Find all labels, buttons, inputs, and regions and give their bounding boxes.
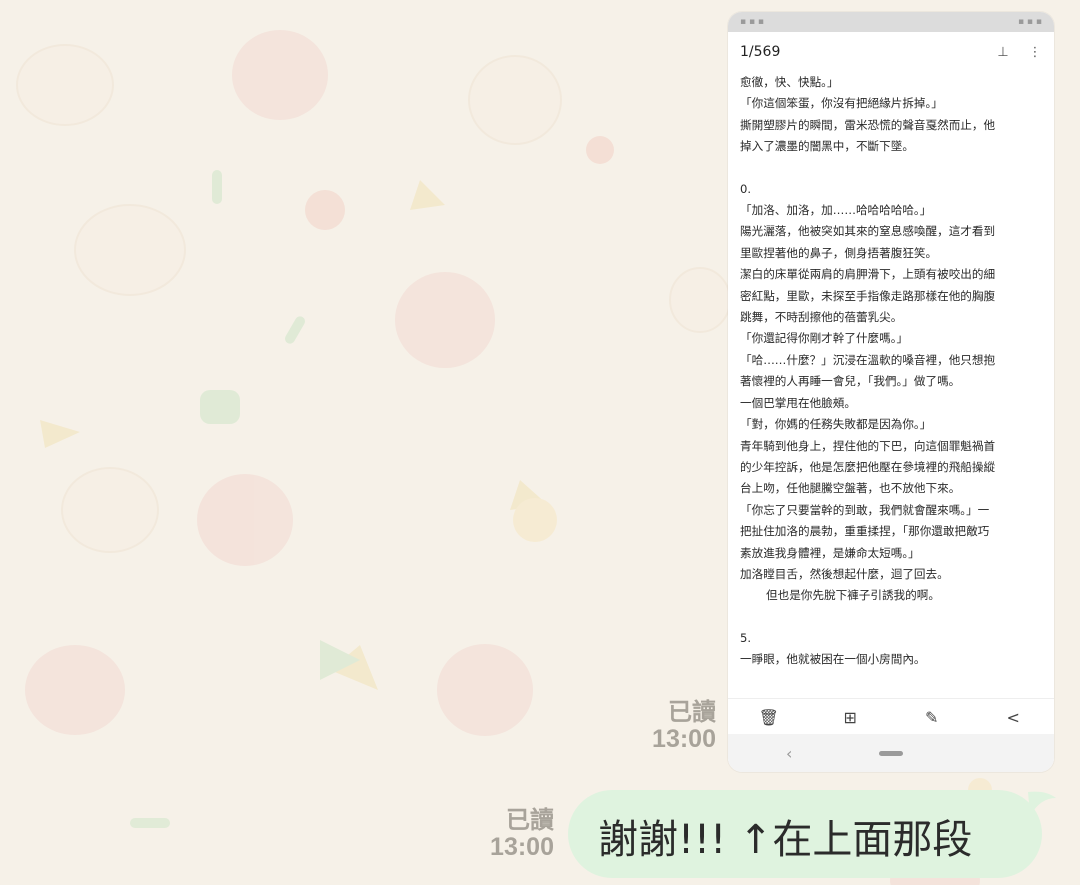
note-line: 潔白的床單從兩肩的肩胛滑下，上頭有被咬出的細 [740, 267, 996, 282]
note-line: 「你還記得你剛才幹了什麼嗎。」 [740, 331, 909, 346]
message-text: 謝謝!!! ↑在上面那段 [598, 817, 973, 863]
note-line: 「加洛、加洛，加……哈哈哈哈哈。」 [740, 203, 932, 218]
note-line: 加洛瞠目舌，然後想起什麼，迴了回去。 [740, 566, 949, 581]
note-line: 5. [740, 630, 752, 645]
back-chevron-icon: ‹ [786, 743, 793, 763]
note-line: 台上吻，任他腿騰空盤著，也不放他下來。 [740, 481, 961, 496]
note-line: 「你這個笨蛋，你沒有把絕緣片拆掉。」 [740, 96, 943, 111]
note-line: 跳舞，不時刮擦他的蓓蕾乳尖。 [740, 310, 903, 325]
more-vertical-icon: ⋮ [1028, 44, 1042, 60]
phone-status-bar: ▪ ▪ ▪ ▪ ▪ ▪ [728, 12, 1054, 32]
message-time: 13:00 [652, 725, 716, 754]
share-icon: < [1006, 707, 1020, 727]
message-meta: 已讀 13:00 [600, 699, 716, 754]
note-line: 陽光灑落，他被突如其來的窒息感喚醒，這才看到 [740, 224, 996, 239]
note-header: 1/569 ⊥ ⋮ [728, 32, 1054, 72]
note-line: 「哈……什麼？」沉浸在溫軟的嗓音裡，他只想抱 [740, 352, 996, 367]
add-box-icon: ⊞ [843, 707, 857, 727]
status-right-icons: ▪ ▪ ▪ [1017, 17, 1042, 27]
note-line: 著懷裡的人再睡一會兒，「我們。」做了嗎。 [740, 374, 961, 389]
status-left-icons: ▪ ▪ ▪ [740, 17, 765, 27]
note-line: 里歐捏著他的鼻子，側身捂著腹狂笑。 [740, 245, 938, 260]
pin-icon: ⊥ [997, 44, 1009, 60]
note-line: 素放進我身體裡，是嫌命太短嗎。」 [740, 545, 920, 560]
note-toolbar: 🗑 ⊞ ✎ < [728, 698, 1054, 735]
note-line: 「你忘了只要當幹的到敢，我們就會醒來嗎。」一 [740, 502, 990, 517]
note-gap [740, 158, 1044, 179]
bubble-tail-icon [1028, 791, 1056, 816]
read-receipt: 已讀 [668, 699, 716, 726]
read-receipt: 已讀 [506, 807, 554, 834]
note-line: 0. [740, 181, 752, 196]
note-line: 的少年控訴，他是怎麼把他壓在參境裡的飛船操縱 [740, 459, 996, 474]
note-line: 撕開塑膠片的瞬間，雷米恐慌的聲音戛然而止，他 [740, 117, 996, 132]
note-gap [740, 607, 1044, 628]
phone-nav-bar: ‹ [728, 734, 1054, 772]
note-line: 「對，你媽的任務失敗都是因為你。」 [740, 417, 932, 432]
edit-icon: ✎ [925, 707, 939, 727]
note-line: 掉入了濃墨的闇黑中，不斷下墜。 [740, 139, 914, 154]
text-message-bubble[interactable]: 謝謝!!! ↑在上面那段 [568, 790, 1056, 878]
note-line: 密紅點，里歐，未探至手指像走路那樣在他的胸腹 [740, 288, 996, 303]
note-line: 但也是你先脫下褲子引誘我的啊。 [766, 588, 940, 603]
note-body: 愈徹，快、快點。」 「你這個笨蛋，你沒有把絕緣片拆掉。」 撕開塑膠片的瞬間，雷米… [728, 72, 1054, 688]
page-counter: 1/569 [740, 44, 781, 60]
message-meta: 已讀 13:00 [440, 807, 554, 862]
note-line: 一睜眼，他就被困在一個小房間內。 [740, 652, 926, 667]
trash-icon: 🗑 [758, 707, 779, 727]
image-message[interactable]: ▪ ▪ ▪ ▪ ▪ ▪ 1/569 ⊥ ⋮ 愈徹，快、快點。」 「你這個笨蛋，你… [728, 12, 1054, 772]
note-line: 青年騎到他身上，捏住他的下巴，向這個罪魁禍首 [740, 438, 996, 453]
note-line: 愈徹，快、快點。」 [740, 75, 839, 89]
message-time: 13:00 [490, 833, 554, 862]
note-line: 把扯住加洛的晨勃，重重揉捏，「那你還敢把敵巧 [740, 524, 990, 539]
note-line: 一個巴掌甩在他臉頰。 [740, 395, 856, 410]
home-pill-icon [879, 750, 903, 756]
